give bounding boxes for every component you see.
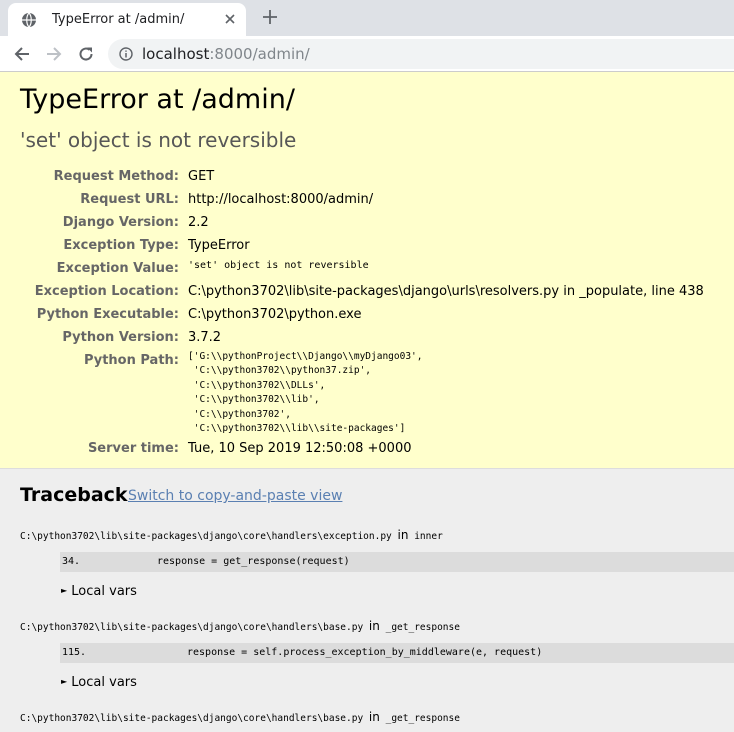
reload-icon[interactable] [77,45,95,63]
info-icon[interactable] [119,47,133,61]
meta-exception-value: Exception Value: 'set' object is not rev… [56,260,369,276]
frame-file: C:\python3702\lib\site-packages\django\c… [20,710,460,724]
local-vars-toggle[interactable]: ► Local vars [61,584,137,599]
page-title: TypeError at /admin/ [20,84,295,115]
frame-code-line[interactable]: 115. response = self.process_exception_b… [60,643,734,663]
meta-python-path-value: ['G:\\pythonProject\\Django\\myDjango03'… [188,351,423,435]
browser-tab[interactable]: TypeError at /admin/ [8,3,246,36]
url-text: localhost:8000/admin/ [142,45,310,63]
tab-bar: TypeError at /admin/ [0,0,734,36]
meta-python-executable: Python Executable: C:\python3702\python.… [36,307,362,322]
browser-toolbar: localhost:8000/admin/ [0,36,734,72]
error-summary: TypeError at /admin/ 'set' object is not… [0,72,734,469]
meta-request-method: Request Method: GET [53,169,215,184]
meta-exception-location: Exception Location: C:\python3702\lib\si… [34,284,704,299]
tab-title: TypeError at /admin/ [52,12,185,27]
back-arrow-icon[interactable] [13,45,31,63]
traceback-heading: Traceback [20,484,128,506]
frame-code-line[interactable]: 34. response = get_response(request) [60,552,734,572]
triangle-right-icon: ► [61,677,68,686]
meta-python-version: Python Version: 3.7.2 [62,330,222,345]
switch-to-copy-paste-link[interactable]: Switch to copy-and-paste view [128,488,342,504]
traceback-section: Traceback Switch to copy-and-paste view … [0,470,734,732]
meta-request-url: Request URL: http://localhost:8000/admin… [80,192,374,207]
close-icon[interactable] [222,11,238,27]
address-bar[interactable]: localhost:8000/admin/ [108,39,734,69]
triangle-right-icon: ► [61,586,68,595]
forward-arrow-icon[interactable] [45,45,63,63]
frame-file: C:\python3702\lib\site-packages\django\c… [20,619,460,633]
plus-icon[interactable] [261,8,279,26]
globe-icon [22,12,36,28]
frame-file: C:\python3702\lib\site-packages\django\c… [20,528,443,542]
error-message: 'set' object is not reversible [20,128,297,152]
meta-django-version: Django Version: 2.2 [62,215,209,230]
meta-exception-type: Exception Type: TypeError [63,238,250,253]
local-vars-toggle[interactable]: ► Local vars [61,675,137,690]
meta-server-time: Server time: Tue, 10 Sep 2019 12:50:08 +… [87,441,412,456]
